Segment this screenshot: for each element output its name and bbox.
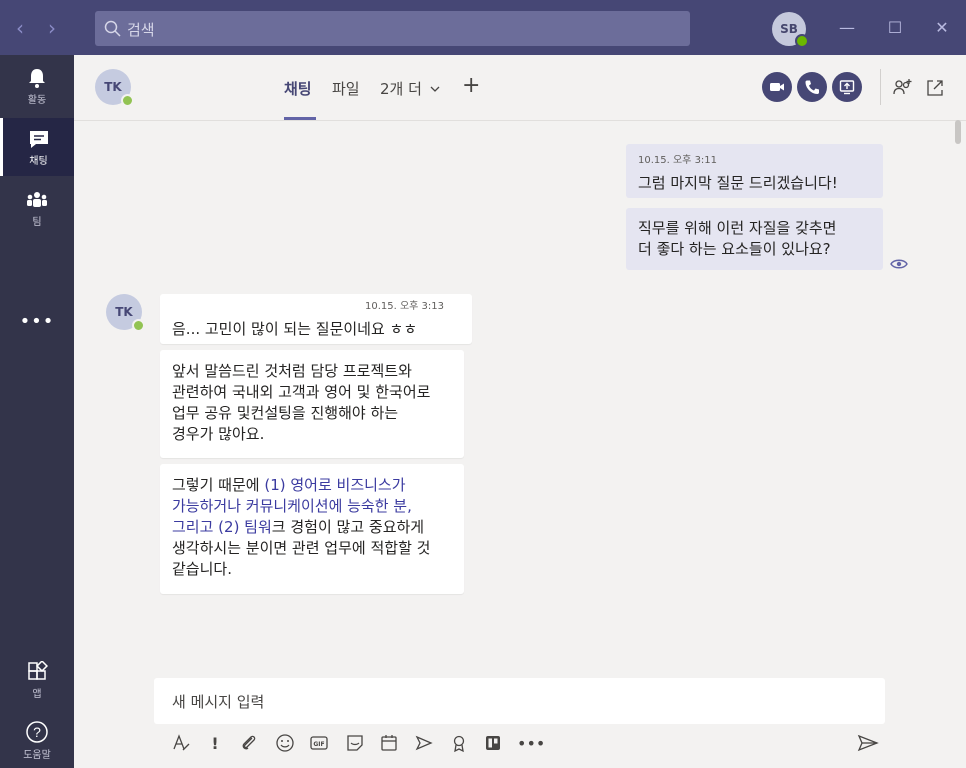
video-call-button[interactable]: [762, 72, 792, 102]
chat-icon: [29, 131, 48, 148]
apps-icon: [28, 661, 48, 680]
screen-share-icon: [839, 80, 855, 95]
avatar-initials: TK: [115, 305, 133, 319]
audio-call-button[interactable]: [797, 72, 827, 102]
schedule-meeting-icon[interactable]: [378, 733, 400, 755]
rail-label: 앱: [32, 689, 42, 700]
scrollbar[interactable]: [955, 120, 961, 144]
rail-label: 활동: [27, 95, 47, 106]
important-icon[interactable]: !: [204, 733, 226, 755]
minimize-icon[interactable]: —: [835, 16, 859, 40]
attach-icon[interactable]: [238, 733, 260, 755]
message-text: 생각하시는 분이면 관련 업무에 적합할 것: [172, 539, 431, 557]
status-badge: [121, 94, 134, 107]
message-highlight: (1) 영어로 비즈니스가: [264, 476, 406, 494]
message-text: 같습니다.: [172, 560, 232, 578]
message-text: 크 경험이 많고 중요하게: [271, 518, 425, 536]
contact-avatar[interactable]: TK: [95, 69, 134, 107]
message-text: 그렇기 때문에: [172, 476, 265, 494]
avatar-initials: TK: [104, 80, 122, 94]
maximize-icon[interactable]: ☐: [883, 16, 907, 40]
forward-icon[interactable]: ›: [42, 16, 62, 40]
message-timestamp: 10.15. 오후 3:13: [364, 301, 444, 312]
send-icon[interactable]: [857, 733, 879, 755]
phone-icon: [805, 80, 819, 94]
sent-message: 직무를 위해 이런 자질을 갖추면 더 좋다 하는 요소들이 있나요?: [626, 208, 883, 270]
help-icon: ?: [26, 721, 48, 743]
active-tab-indicator: [284, 117, 316, 120]
rail-item-teams[interactable]: 팀: [0, 179, 74, 237]
praise-icon[interactable]: [448, 733, 470, 755]
back-icon[interactable]: ‹: [10, 16, 30, 40]
header-divider: [880, 69, 881, 105]
sticker-icon[interactable]: [344, 733, 366, 755]
stream-icon[interactable]: [413, 733, 435, 755]
avatar[interactable]: SB: [772, 12, 809, 48]
tab-files[interactable]: 파일: [332, 78, 360, 99]
received-message: 10.15. 오후 3:13 음... 고민이 많이 되는 질문이네요 ㅎㅎ: [160, 294, 472, 344]
trello-icon[interactable]: [482, 733, 504, 755]
message-input-placeholder: 새 메시지 입력: [172, 693, 265, 711]
rail-label: 채팅: [29, 156, 48, 167]
rail-item-apps[interactable]: 앱: [0, 651, 74, 709]
rail-item-activity[interactable]: 활동: [0, 57, 74, 115]
sender-avatar[interactable]: TK: [106, 294, 145, 332]
close-icon[interactable]: ✕: [930, 16, 954, 40]
svg-text:?: ?: [33, 724, 41, 740]
teams-icon: [27, 192, 47, 207]
svg-text:GIF: GIF: [313, 741, 324, 748]
message-highlight: 그리고 (2) 팀워: [172, 518, 272, 536]
message-timestamp: 10.15. 오후 3:11: [638, 155, 718, 166]
format-icon[interactable]: [170, 733, 192, 755]
message-text: 업무 공유 및컨설팅을 진행해야 하는: [172, 404, 399, 422]
avatar-initials: SB: [780, 22, 798, 36]
message-text: 앞서 말씀드린 것처럼 담당 프로젝트와: [172, 362, 412, 380]
message-input[interactable]: 새 메시지 입력: [154, 678, 885, 724]
emoji-icon[interactable]: [274, 733, 296, 755]
search-icon: [104, 20, 121, 37]
tab-chat[interactable]: 채팅: [284, 78, 312, 99]
tab-more-label: 2개 더: [380, 80, 422, 98]
chevron-down-icon: [430, 86, 440, 92]
more-options-icon[interactable]: •••: [517, 733, 545, 755]
left-rail: 활동 채팅 팀 ••• 앱 ? 도움말: [0, 55, 74, 768]
tab-more[interactable]: 2개 더: [380, 78, 441, 99]
rail-label: 팀: [32, 217, 42, 228]
status-badge: [132, 319, 145, 332]
gif-icon[interactable]: GIF: [308, 733, 330, 755]
message-text: 관련하여 국내외 고객과 영어 및 한국어로: [172, 383, 431, 401]
search-placeholder: 검색: [127, 21, 155, 39]
message-text: 음... 고민이 많이 되는 질문이네요 ㅎㅎ: [172, 320, 418, 338]
message-text: 직무를 위해 이런 자질을 갖추면: [638, 219, 837, 237]
search-input[interactable]: 검색: [95, 11, 690, 46]
pop-out-icon[interactable]: [924, 77, 946, 99]
rail-label: 도움말: [23, 750, 51, 761]
message-highlight: 가능하거나 커뮤니케이션에 능숙한 분,: [172, 497, 412, 515]
message-text: 경우가 많아요.: [172, 425, 265, 443]
title-bar: ‹ › 검색 SB — ☐ ✕: [0, 0, 966, 55]
received-message: 앞서 말씀드린 것처럼 담당 프로젝트와 관련하여 국내외 고객과 영어 및 한…: [160, 350, 464, 458]
status-badge: [795, 34, 809, 48]
chat-header: TK 채팅 파일 2개 더 +: [74, 55, 966, 121]
rail-item-help[interactable]: ? 도움말: [0, 710, 74, 768]
add-people-icon[interactable]: [892, 77, 914, 99]
video-icon: [770, 83, 784, 91]
received-message: 그렇기 때문에 (1) 영어로 비즈니스가 가능하거나 커뮤니케이션에 능숙한 …: [160, 464, 464, 594]
rail-item-chat[interactable]: 채팅: [0, 118, 74, 176]
screen-share-button[interactable]: [832, 72, 862, 102]
message-text: 그럼 마지막 질문 드리겠습니다!: [638, 174, 838, 192]
more-apps-icon[interactable]: •••: [0, 311, 74, 332]
sent-message: 10.15. 오후 3:11 그럼 마지막 질문 드리겠습니다!: [626, 144, 883, 198]
bell-icon: [29, 69, 45, 88]
add-tab-button[interactable]: +: [462, 73, 480, 98]
message-text: 더 좋다 하는 요소들이 있나요?: [638, 240, 831, 258]
read-receipt-eye-icon: [890, 259, 908, 269]
